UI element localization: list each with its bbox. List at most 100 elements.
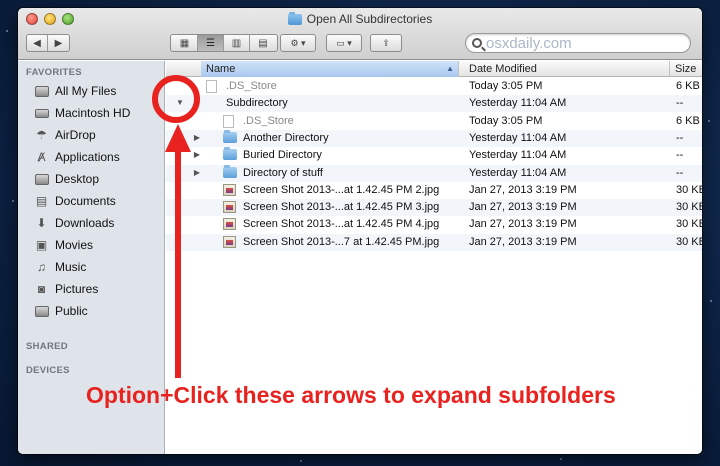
column-view-icon: ▥ (231, 37, 242, 49)
file-size: -- (676, 149, 684, 162)
movies-icon: ▣ (35, 238, 48, 252)
music-icon: ♫ (37, 260, 46, 274)
applications-icon: Ⱥ (37, 150, 46, 164)
sidebar-item-airdrop[interactable]: ☂ AirDrop (18, 125, 165, 145)
column-view-button[interactable]: ▥ (224, 35, 250, 51)
disclosure-triangle-collapsed-icon[interactable]: ▶ (192, 133, 202, 142)
file-date-modified: Jan 27, 2013 3:19 PM (469, 235, 577, 248)
arrange-icon: ▭ ▾ (336, 37, 352, 48)
window-toolbar: Open All Subdirectories ◀ ▶ ▦ ☰ ▥ ▤ ⚙ ▾ … (18, 8, 702, 60)
sidebar-item-public[interactable]: Public (18, 301, 165, 321)
file-size: 30 KB (676, 235, 702, 248)
file-size: 30 KB (676, 201, 702, 214)
file-name: Screen Shot 2013-...at 1.42.45 PM 3.jpg (243, 201, 440, 214)
column-header-name-label: Name (206, 63, 236, 75)
file-date-modified: Yesterday 11:04 AM (469, 97, 567, 110)
gear-icon: ⚙ ▾ (290, 37, 306, 48)
sidebar-item-label: AirDrop (55, 128, 96, 142)
disclosure-triangle-collapsed-icon[interactable]: ▶ (192, 150, 202, 159)
coverflow-view-icon: ▤ (258, 37, 268, 49)
pictures-icon: ◙ (37, 282, 46, 296)
file-date-modified: Jan 27, 2013 3:19 PM (469, 201, 577, 214)
sidebar-item-label: Public (55, 304, 88, 318)
search-field[interactable] (465, 33, 691, 53)
back-button[interactable]: ◀ (27, 35, 48, 51)
downloads-icon: ⬇ (36, 216, 47, 230)
icon-view-icon: ▦ (179, 37, 190, 49)
column-header-size[interactable]: Size (670, 61, 702, 77)
sidebar-header-favorites: FAVORITES (26, 67, 82, 78)
forward-button[interactable]: ▶ (48, 35, 69, 51)
file-row[interactable]: ▶ Directory of stuff Yesterday 11:04 AM -- (166, 164, 702, 182)
file-date-modified: Today 3:05 PM (469, 80, 543, 92)
file-size: 30 KB (676, 183, 702, 196)
sidebar-item-applications[interactable]: Ⱥ Applications (18, 147, 165, 167)
column-header-date-modified[interactable]: Date Modified (464, 61, 670, 77)
file-name: Subdirectory (226, 97, 288, 110)
file-name: Screen Shot 2013-...at 1.42.45 PM 2.jpg (243, 183, 440, 196)
file-row[interactable]: ▶ Another Directory Yesterday 11:04 AM -- (166, 129, 702, 147)
disclosure-triangle-collapsed-icon[interactable]: ▶ (192, 168, 202, 177)
image-file-icon (223, 218, 236, 231)
sidebar-item-movies[interactable]: ▣ Movies (18, 235, 165, 255)
file-name: Directory of stuff (243, 166, 323, 179)
file-row[interactable]: ▶ Buried Directory Yesterday 11:04 AM -- (166, 147, 702, 164)
action-menu-button[interactable]: ⚙ ▾ (280, 34, 316, 52)
file-row[interactable]: .DS_Store Today 3:05 PM 6 KB (166, 78, 702, 95)
file-size: -- (676, 131, 684, 144)
file-name: Buried Directory (243, 149, 322, 162)
sidebar-item-macintosh-hd[interactable]: Macintosh HD (18, 103, 165, 123)
documents-icon: ▤ (35, 194, 48, 208)
file-size: -- (676, 166, 684, 179)
file-row[interactable]: Screen Shot 2013-...at 1.42.45 PM 3.jpg J… (166, 199, 702, 217)
chevron-right-icon: ▶ (54, 37, 63, 49)
folder-icon (223, 147, 237, 161)
share-button[interactable]: ⇪ (370, 34, 402, 52)
file-name: Another Directory (243, 131, 329, 144)
arrange-menu-button[interactable]: ▭ ▾ (326, 34, 362, 52)
column-headers: Name ▲ Date Modified Size (166, 61, 702, 77)
file-size: 6 KB (676, 114, 700, 127)
folder-icon (223, 164, 237, 178)
search-input[interactable] (486, 34, 676, 52)
file-name: Screen Shot 2013-...at 1.42.45 PM 4.jpg (243, 218, 440, 231)
column-header-name[interactable]: Name ▲ (201, 61, 459, 77)
back-forward-control: ◀ ▶ (26, 34, 70, 52)
sidebar-item-documents[interactable]: ▤ Documents (18, 191, 165, 211)
sidebar-item-downloads[interactable]: ⬇ Downloads (18, 213, 165, 233)
file-date-modified: Jan 27, 2013 3:19 PM (469, 218, 577, 231)
sidebar-item-label: Documents (55, 194, 116, 208)
column-header-date-label: Date Modified (469, 63, 537, 75)
desktop-icon (34, 173, 49, 186)
file-date-modified: Today 3:05 PM (469, 114, 543, 127)
file-date-modified: Jan 27, 2013 3:19 PM (469, 183, 577, 196)
file-date-modified: Yesterday 11:04 AM (469, 131, 567, 144)
sort-ascending-icon: ▲ (446, 64, 454, 73)
file-row[interactable]: Screen Shot 2013-...at 1.42.45 PM 4.jpg J… (166, 216, 702, 233)
sidebar-item-music[interactable]: ♫ Music (18, 257, 165, 277)
file-size: 6 KB (676, 80, 700, 92)
file-date-modified: Yesterday 11:04 AM (469, 166, 567, 179)
file-row[interactable]: Screen Shot 2013-...at 1.42.45 PM 2.jpg J… (166, 182, 702, 199)
file-row[interactable]: ▼ Subdirectory Yesterday 11:04 AM -- (166, 95, 702, 113)
document-icon (223, 114, 234, 128)
hard-drive-icon (34, 107, 49, 120)
coverflow-view-button[interactable]: ▤ (250, 35, 276, 51)
sidebar-item-all-my-files[interactable]: All My Files (18, 81, 165, 101)
file-row[interactable]: .DS_Store Today 3:05 PM 6 KB (166, 113, 702, 130)
column-header-size-label: Size (675, 63, 697, 75)
chevron-left-icon: ◀ (33, 37, 41, 49)
list-view-button[interactable]: ☰ (198, 35, 224, 51)
folder-icon (287, 11, 302, 25)
image-file-icon (223, 201, 236, 214)
file-row[interactable]: Screen Shot 2013-...7 at 1.42.45 PM.jpg J… (166, 233, 702, 251)
sidebar-item-label: Macintosh HD (55, 106, 131, 120)
icon-view-button[interactable]: ▦ (172, 35, 198, 51)
sidebar-item-pictures[interactable]: ◙ Pictures (18, 279, 165, 299)
sidebar-item-label: Applications (55, 150, 120, 164)
sidebar-item-label: Music (55, 260, 87, 274)
sidebar-item-desktop[interactable]: Desktop (18, 169, 165, 189)
disclosure-triangle-expanded-icon[interactable]: ▼ (175, 98, 185, 107)
sidebar-header-devices: DEVICES (26, 365, 70, 376)
window-title-text: Open All Subdirectories (306, 12, 433, 26)
